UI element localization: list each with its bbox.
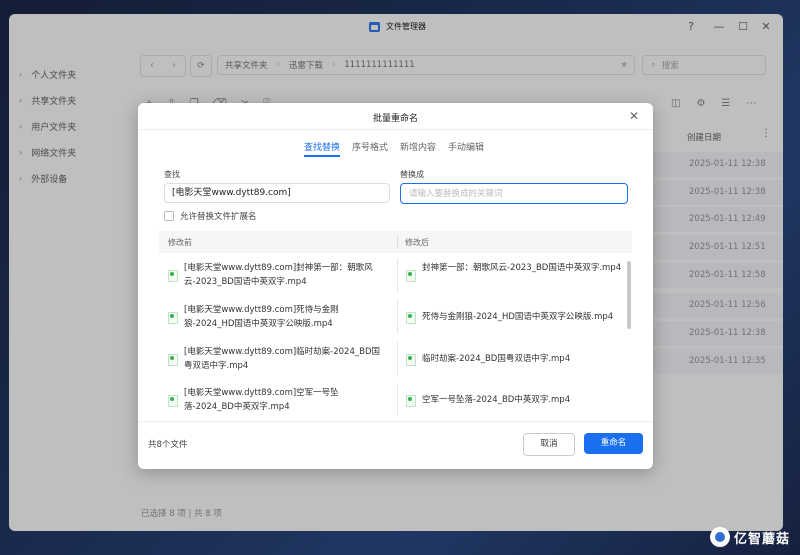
tab-manual-edit[interactable]: 手动编辑 (448, 140, 484, 157)
list-item: [电影天堂www.dytt89.com]空军一号坠落-2024_BD中英双字.m… (159, 380, 632, 416)
batch-rename-dialog: 批量重命名 ✕ 查找替换 序号格式 新增内容 手动编辑 查找 [电影天堂www.… (138, 103, 653, 469)
video-file-icon (406, 354, 416, 366)
new-filename: 空军一号坠落-2024_BD中英双字.mp4 (422, 395, 571, 405)
find-label: 查找 (164, 170, 180, 179)
video-file-icon (406, 395, 416, 407)
new-filename: 封神第一部：朝歌风云-2023_BD国语中英双字.mp4 (422, 263, 622, 273)
column-divider (397, 258, 398, 292)
preview-list: [电影天堂www.dytt89.com]封神第一部：朝歌风云-2023_BD国语… (159, 255, 632, 416)
divider (138, 129, 653, 130)
allow-extension-checkbox[interactable] (164, 211, 174, 221)
cancel-button[interactable]: 取消 (523, 433, 575, 456)
video-file-icon (168, 354, 178, 366)
replace-input[interactable] (400, 183, 628, 204)
before-column-header: 修改前 (168, 238, 192, 247)
replace-label: 替换成 (400, 170, 424, 179)
tab-sequence-format[interactable]: 序号格式 (352, 140, 388, 157)
column-divider (397, 342, 398, 376)
dialog-title: 批量重命名 (372, 114, 418, 124)
old-filename: [电影天堂www.dytt89.com]空军一号坠落-2024_BD中英双字.m… (184, 388, 339, 412)
after-column-header: 修改后 (405, 238, 429, 247)
video-file-icon (168, 270, 178, 282)
list-item: [电影天堂www.dytt89.com]死侍与金刚狼-2024_HD国语中英双字… (159, 297, 632, 337)
column-divider (397, 383, 398, 416)
video-file-icon (406, 270, 416, 282)
old-filename: [电影天堂www.dytt89.com]死侍与金刚狼-2024_HD国语中英双字… (184, 305, 339, 329)
watermark-text: 亿智蘑菇 (734, 531, 791, 547)
list-item: [电影天堂www.dytt89.com]临时劫案-2024_BD国粤双语中字.m… (159, 339, 632, 379)
allow-extension-option[interactable]: 允许替换文件扩展名 (164, 210, 257, 222)
close-icon[interactable]: ✕ (629, 109, 639, 123)
video-file-icon (168, 395, 178, 407)
video-file-icon (406, 312, 416, 324)
rename-mode-tabs: 查找替换 序号格式 新增内容 手动编辑 (304, 140, 484, 157)
scrollbar[interactable] (627, 261, 631, 329)
old-filename: [电影天堂www.dytt89.com]临时劫案-2024_BD国粤双语中字.m… (184, 347, 380, 371)
new-filename: 临时劫案-2024_BD国粤双语中字.mp4 (422, 354, 571, 364)
file-count: 共8个文件 (148, 440, 188, 450)
tab-add-content[interactable]: 新增内容 (400, 140, 436, 157)
watermark: 亿智蘑菇 (710, 527, 790, 547)
old-filename: [电影天堂www.dytt89.com]封神第一部：朝歌风云-2023_BD国语… (184, 263, 373, 287)
rename-button[interactable]: 重命名 (584, 433, 643, 454)
list-item: [电影天堂www.dytt89.com]封神第一部：朝歌风云-2023_BD国语… (159, 255, 632, 295)
column-divider (397, 300, 398, 334)
preview-header: 修改前 修改后 (159, 231, 632, 253)
video-file-icon (168, 312, 178, 324)
find-input[interactable]: [电影天堂www.dytt89.com] (164, 183, 390, 203)
new-filename: 死侍与金刚狼-2024_HD国语中英双字公映版.mp4 (422, 312, 614, 322)
allow-extension-label: 允许替换文件扩展名 (180, 212, 257, 222)
column-divider (397, 236, 398, 248)
tab-find-replace[interactable]: 查找替换 (304, 140, 341, 157)
divider (138, 421, 653, 422)
watermark-logo-icon (710, 527, 730, 547)
